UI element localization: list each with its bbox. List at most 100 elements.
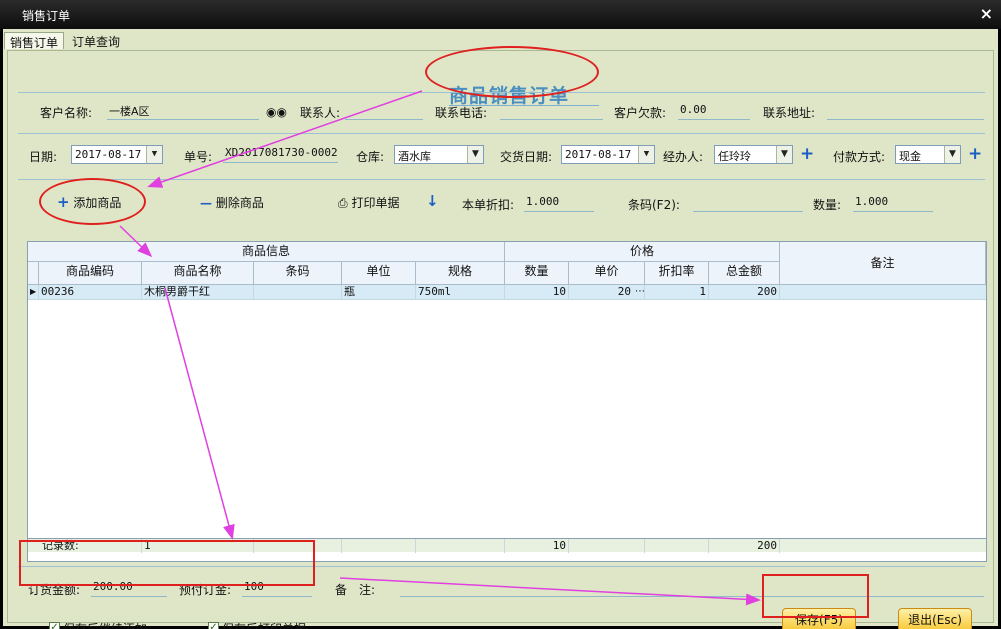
divider (18, 133, 985, 134)
printer-icon: ⎙ (338, 196, 348, 210)
col-code[interactable]: 商品编码 (39, 262, 142, 285)
phone-label: 联系电话: (435, 106, 488, 120)
cell-barcode[interactable] (254, 285, 342, 299)
header-remark: 备注 (780, 242, 986, 285)
window-title: 销售订单 (22, 9, 71, 23)
discount-field[interactable]: 1.000 (524, 195, 594, 212)
payment-select[interactable]: 现金 ▼ (895, 145, 961, 164)
date-value: 2017-08-17 (75, 148, 142, 161)
summary-quantity: 10 (505, 539, 569, 553)
down-arrow-icon[interactable]: ↓ (426, 192, 439, 210)
warehouse-label: 仓库: (356, 150, 385, 164)
delete-goods-button[interactable]: — 删除商品 (200, 194, 264, 211)
delivery-date-label: 交货日期: (500, 150, 553, 164)
close-icon[interactable]: × (980, 4, 993, 23)
delete-goods-label: 删除商品 (215, 196, 264, 210)
annotation-circle-add (39, 178, 146, 225)
remark-field[interactable] (400, 580, 984, 597)
summary-empty (645, 539, 709, 553)
barcode-field[interactable] (693, 195, 803, 212)
print-label: 打印单据 (351, 196, 400, 210)
quantity-label: 数量: (813, 198, 842, 212)
col-unit[interactable]: 单位 (342, 262, 416, 285)
debt-field: 0.00 (678, 103, 750, 120)
title-bar: 销售订单 × (0, 0, 1001, 29)
handler-label: 经办人: (663, 150, 704, 164)
address-label: 联系地址: (763, 106, 816, 120)
summary-total: 200 (709, 539, 780, 553)
exit-button[interactable]: 退出(Esc) (898, 608, 972, 629)
cell-unit-price[interactable]: 20 (569, 285, 633, 299)
print-after-checkbox[interactable]: ✓ (208, 622, 219, 629)
quantity-field[interactable]: 1.000 (853, 195, 933, 212)
payment-label: 付款方式: (833, 150, 886, 164)
continue-label: 保存后继续添加 (63, 622, 148, 629)
print-button[interactable]: ⎙ 打印单据 (338, 194, 399, 211)
delivery-date-picker[interactable]: 2017-08-17 ▼ (561, 145, 655, 164)
summary-empty (569, 539, 645, 553)
cell-remark[interactable] (780, 285, 986, 299)
cell-name[interactable]: 木桐男爵干红 (142, 285, 254, 299)
contact-field[interactable] (345, 103, 423, 120)
summary-empty (416, 539, 505, 553)
dropdown-arrow-icon[interactable]: ▼ (776, 146, 792, 163)
print-after-label: 保存后打印单据 (222, 622, 307, 629)
payment-value: 现金 (899, 150, 921, 163)
contact-label: 联系人: (300, 106, 341, 120)
divider (18, 179, 985, 180)
annotation-box-amount (19, 540, 315, 586)
debt-label: 客户欠款: (614, 106, 667, 120)
cell-quantity[interactable]: 10 (505, 285, 569, 299)
cell-code[interactable]: 00236 (39, 285, 142, 299)
cell-spec[interactable]: 750ml (416, 285, 505, 299)
address-field[interactable] (827, 103, 984, 120)
dropdown-arrow-icon[interactable]: ▼ (146, 146, 162, 163)
dropdown-arrow-icon[interactable]: ▼ (467, 146, 483, 163)
cell-unit[interactable]: 瓶 (342, 285, 416, 299)
header-row-selector (28, 262, 39, 285)
annotation-box-save (762, 574, 869, 618)
form-panel: 商品销售订单 客户名称: 一楼A区 ◉◉ 联系人: 联系电话: 客户欠款: 0.… (7, 50, 994, 629)
discount-label: 本单折扣: (462, 198, 515, 212)
order-no-field: XD2017081730-0002 (223, 146, 338, 163)
order-no-label: 单号: (184, 150, 213, 164)
handler-value: 任玲玲 (718, 150, 751, 163)
col-barcode[interactable]: 条码 (254, 262, 342, 285)
annotation-circle-title (425, 46, 599, 98)
cell-discount-rate[interactable]: 1 (645, 285, 709, 299)
binoculars-icon[interactable]: ◉◉ (266, 105, 287, 119)
add-payment-plus-icon[interactable]: + (968, 146, 982, 163)
col-unit-price[interactable]: 单价 (569, 262, 645, 285)
header-goods-info: 商品信息 (28, 242, 505, 262)
summary-empty (342, 539, 416, 553)
delivery-date-value: 2017-08-17 (565, 148, 632, 161)
remark-label: 备 注: (335, 583, 376, 597)
warehouse-select[interactable]: 酒水库 ▼ (394, 145, 484, 164)
table-row[interactable]: ▶ 00236 木桐男爵干红 瓶 750ml 10 20 ⋯ 1 200 (28, 285, 986, 300)
col-quantity[interactable]: 数量 (505, 262, 569, 285)
tab-order-query[interactable]: 订单查询 (67, 32, 125, 49)
phone-field[interactable] (500, 103, 603, 120)
window-body: 销售订单 订单查询 商品销售订单 客户名称: 一楼A区 ◉◉ 联系人: 联系电话… (3, 29, 998, 629)
col-name[interactable]: 商品名称 (142, 262, 254, 285)
barcode-label: 条码(F2): (628, 198, 680, 212)
minus-icon: — (200, 196, 212, 210)
col-discount-rate[interactable]: 折扣率 (645, 262, 709, 285)
goods-grid[interactable]: 商品信息 价格 备注 商品编码 商品名称 条码 单位 规格 数量 单价 折扣率 … (27, 241, 987, 562)
customer-field[interactable]: 一楼A区 (107, 103, 259, 120)
date-picker[interactable]: 2017-08-17 ▼ (71, 145, 163, 164)
cell-total[interactable]: 200 (709, 285, 780, 299)
tab-sales-order[interactable]: 销售订单 (4, 32, 65, 50)
handler-select[interactable]: 任玲玲 ▼ (714, 145, 793, 164)
col-spec[interactable]: 规格 (416, 262, 505, 285)
date-label: 日期: (29, 150, 58, 164)
row-pointer-icon: ▶ (28, 285, 39, 299)
dropdown-arrow-icon[interactable]: ▼ (944, 146, 960, 163)
continue-checkbox[interactable]: ✓ (49, 622, 60, 629)
dropdown-arrow-icon[interactable]: ▼ (638, 146, 654, 163)
warehouse-value: 酒水库 (398, 150, 431, 163)
add-handler-plus-icon[interactable]: + (800, 146, 814, 163)
col-total[interactable]: 总金额 (709, 262, 780, 285)
header-price: 价格 (505, 242, 780, 262)
ellipsis-icon[interactable]: ⋯ (633, 285, 645, 299)
